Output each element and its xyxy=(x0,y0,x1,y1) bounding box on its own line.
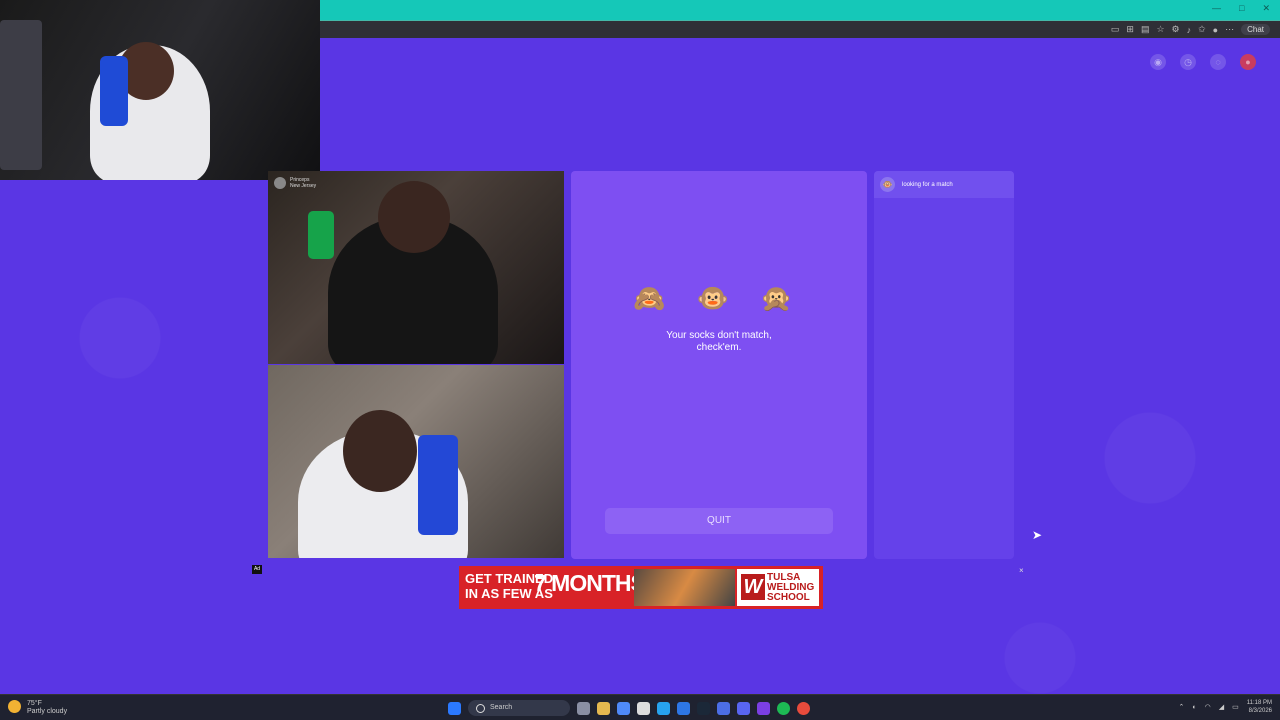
clock[interactable]: 11:18 PM 8/3/2026 xyxy=(1247,699,1272,715)
calculator-icon[interactable] xyxy=(717,701,730,715)
favorites-icon[interactable]: ✩ xyxy=(1198,24,1206,35)
messages-icon[interactable]: ◌ xyxy=(1210,54,1226,70)
widgets-icon[interactable] xyxy=(577,701,590,715)
star-icon[interactable]: ☆ xyxy=(1156,24,1164,35)
taskbar-apps: Search xyxy=(448,700,810,716)
record-icon[interactable]: ● xyxy=(1240,54,1256,70)
chevron-up-icon[interactable]: ⌃ xyxy=(1179,703,1185,711)
store-icon[interactable] xyxy=(637,701,650,715)
messenger-icon[interactable] xyxy=(757,701,770,715)
quit-button[interactable]: QUIT xyxy=(605,508,833,534)
profile-icon[interactable]: ● xyxy=(1213,25,1218,35)
monkey-avatar-icon: 🐵 xyxy=(880,177,895,192)
close-icon[interactable]: ✕ xyxy=(1262,3,1270,14)
monkey-emojis: 🙈 🐵 🙊 xyxy=(633,283,805,313)
camera-icon[interactable]: ▭ xyxy=(1111,24,1120,35)
icebreaker-text: Your socks don't match, check'em. xyxy=(631,330,807,354)
partly-cloudy-icon xyxy=(8,700,21,713)
network-icon[interactable]: ◐ xyxy=(1192,704,1196,711)
status-text: looking for a match xyxy=(902,181,953,188)
partner-video: Princeps New Jersey xyxy=(268,171,564,364)
streamer-webcam xyxy=(0,0,320,180)
more-icon[interactable]: ⋯ xyxy=(1225,24,1234,35)
music-icon[interactable]: ♪ xyxy=(1187,25,1192,35)
advertisement-banner[interactable]: GET TRAINED IN AS FEW AS 7 MONTHS W TULS… xyxy=(459,566,823,609)
window-controls: — □ ✕ xyxy=(1212,3,1270,14)
start-icon[interactable] xyxy=(448,701,461,715)
ad-headline: GET TRAINED IN AS FEW AS 7 MONTHS xyxy=(465,570,646,601)
weather-widget[interactable]: 75°F Partly cloudy xyxy=(8,700,67,716)
chair xyxy=(100,56,128,126)
mail-icon[interactable] xyxy=(677,701,690,715)
minimize-icon[interactable]: — xyxy=(1212,3,1221,14)
wifi-icon[interactable]: ◠ xyxy=(1205,703,1211,711)
spotify-icon[interactable] xyxy=(777,701,790,715)
maximize-icon[interactable]: □ xyxy=(1239,3,1244,14)
welding-image xyxy=(634,569,735,606)
partner-head xyxy=(378,181,450,253)
edge-icon[interactable] xyxy=(657,701,670,715)
volume-icon[interactable]: ◢ xyxy=(1219,703,1224,711)
steam-icon[interactable] xyxy=(697,701,710,715)
shelf xyxy=(0,20,42,170)
match-status-panel: 🐵 looking for a match xyxy=(874,171,1014,559)
green-light xyxy=(308,211,334,259)
app-header-icons: ◉ ◷ ◌ ● xyxy=(1150,54,1256,70)
copilot-icon[interactable] xyxy=(617,701,630,715)
icebreaker-line-1: Your socks don't match, xyxy=(666,330,772,341)
puzzle-icon[interactable]: ⚙ xyxy=(1172,24,1180,35)
chat-button[interactable]: Chat xyxy=(1241,24,1270,35)
ad-close-button[interactable]: × xyxy=(1019,566,1024,575)
partner-location: New Jersey xyxy=(290,183,317,189)
reader-icon[interactable]: ▤ xyxy=(1141,24,1150,35)
status-row: 🐵 looking for a match xyxy=(874,171,1014,198)
mouse-cursor-icon: ➤ xyxy=(1032,528,1043,542)
windows-taskbar: 75°F Partly cloudy Search ⌃ ◐ ◠ ◢ ▭ 11:1… xyxy=(0,694,1280,720)
icebreaker-line-2: check'em. xyxy=(696,342,742,353)
system-tray: ⌃ ◐ ◠ ◢ ▭ 11:18 PM 8/3/2026 xyxy=(1179,699,1272,715)
temperature: 75°F xyxy=(27,700,42,707)
settings-icon[interactable]: ◉ xyxy=(1150,54,1166,70)
self-video xyxy=(268,365,564,558)
history-icon[interactable]: ◷ xyxy=(1180,54,1196,70)
discord-icon[interactable] xyxy=(737,701,750,715)
icebreaker-panel: 🙈 🐵 🙊 Your socks don't match, check'em. … xyxy=(571,171,867,559)
ad-label: Ad xyxy=(252,565,262,574)
battery-icon[interactable]: ▭ xyxy=(1232,703,1239,711)
extension-icon[interactable]: ⊞ xyxy=(1126,24,1134,35)
self-head xyxy=(343,410,417,492)
taskbar-search[interactable]: Search xyxy=(468,700,570,716)
partner-badge: Princeps New Jersey xyxy=(274,177,316,189)
weather-condition: Partly cloudy xyxy=(27,708,68,715)
browser-tool-icons: ▭ ⊞ ▤ ☆ ⚙ ♪ ✩ ● ⋯ Chat xyxy=(1111,24,1270,35)
file-explorer-icon[interactable] xyxy=(597,701,610,715)
chrome-icon[interactable] xyxy=(797,701,810,715)
partner-avatar xyxy=(274,177,286,189)
ad-brand: W TULSA WELDING SCHOOL xyxy=(737,569,819,606)
self-chair xyxy=(418,435,458,535)
welding-school-logo: W xyxy=(741,574,765,600)
